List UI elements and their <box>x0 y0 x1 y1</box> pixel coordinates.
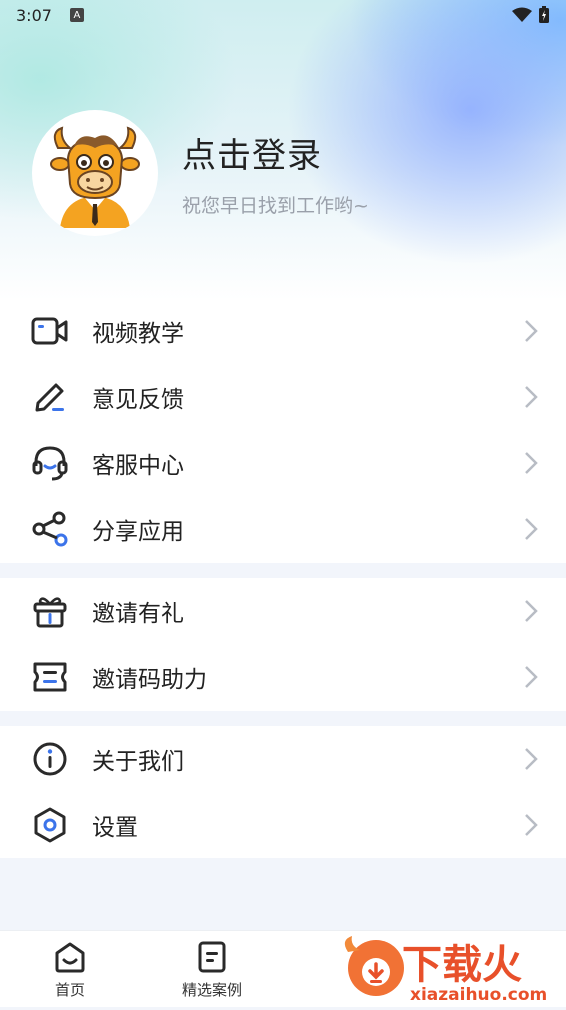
menu-card-main: 视频教学 意见反馈 客服中心 分享应用 <box>0 298 566 563</box>
menu-item-share-app[interactable]: 分享应用 <box>0 496 566 562</box>
login-title[interactable]: 点击登录 <box>182 128 369 177</box>
status-time: 3:07 <box>16 5 52 25</box>
menu-item-video-tutorial[interactable]: 视频教学 <box>0 298 566 364</box>
svg-text:xiazaihuo.com: xiazaihuo.com <box>410 985 547 1005</box>
watermark-logo: 下载火 xiazaihuo.com <box>330 932 566 1006</box>
chevron-right-icon <box>525 814 538 836</box>
bull-mascot-icon <box>50 126 140 228</box>
menu-item-label: 分享应用 <box>92 519 184 545</box>
login-subtitle: 祝您早日找到工作哟~ <box>182 195 369 217</box>
chevron-right-icon <box>525 518 538 540</box>
menu-item-about-us[interactable]: 关于我们 <box>0 726 566 792</box>
chevron-right-icon <box>525 452 538 474</box>
share-icon <box>30 509 70 549</box>
info-icon <box>30 739 70 779</box>
menu-item-settings[interactable]: 设置 <box>0 792 566 858</box>
settings-icon <box>30 805 70 845</box>
tab-home[interactable]: 首页 <box>25 941 115 1000</box>
tab-label: 首页 <box>54 981 85 999</box>
menu-item-invite-gift[interactable]: 邀请有礼 <box>0 578 566 644</box>
home-icon <box>55 942 85 973</box>
menu-item-label: 邀请码助力 <box>92 667 207 693</box>
status-icons <box>512 6 550 24</box>
menu-card-about: 关于我们 设置 <box>0 726 566 858</box>
menu-item-label: 设置 <box>92 815 138 841</box>
menu-item-label: 关于我们 <box>92 749 184 775</box>
menu-item-label: 客服中心 <box>92 453 184 479</box>
wifi-icon <box>512 7 532 22</box>
video-icon <box>30 311 70 351</box>
chevron-right-icon <box>525 386 538 408</box>
menu-item-label: 意见反馈 <box>92 387 184 413</box>
chevron-right-icon <box>525 666 538 688</box>
menu-item-feedback[interactable]: 意见反馈 <box>0 364 566 430</box>
document-icon <box>198 941 226 973</box>
profile-text: 点击登录 祝您早日找到工作哟~ <box>182 128 369 218</box>
menu-item-customer-service[interactable]: 客服中心 <box>0 430 566 496</box>
status-bar: 3:07 A <box>0 0 566 30</box>
chevron-right-icon <box>525 320 538 342</box>
ticket-icon <box>30 657 70 697</box>
menu-card-invite: 邀请有礼 邀请码助力 <box>0 578 566 711</box>
tab-label: 精选案例 <box>181 981 242 999</box>
avatar[interactable] <box>32 110 158 236</box>
chevron-right-icon <box>525 600 538 622</box>
menu-item-invite-code[interactable]: 邀请码助力 <box>0 644 566 710</box>
edit-icon <box>30 377 70 417</box>
gift-icon <box>30 591 70 631</box>
chevron-right-icon <box>525 748 538 770</box>
headset-icon <box>30 443 70 483</box>
menu-item-label: 视频教学 <box>92 321 184 347</box>
tab-featured-cases[interactable]: 精选案例 <box>167 941 257 1000</box>
menu-item-label: 邀请有礼 <box>92 601 184 627</box>
profile-login[interactable]: 点击登录 祝您早日找到工作哟~ <box>32 110 369 236</box>
svg-text:下载火: 下载火 <box>402 942 522 988</box>
notification-badge: A <box>69 8 84 22</box>
battery-icon <box>539 6 549 23</box>
